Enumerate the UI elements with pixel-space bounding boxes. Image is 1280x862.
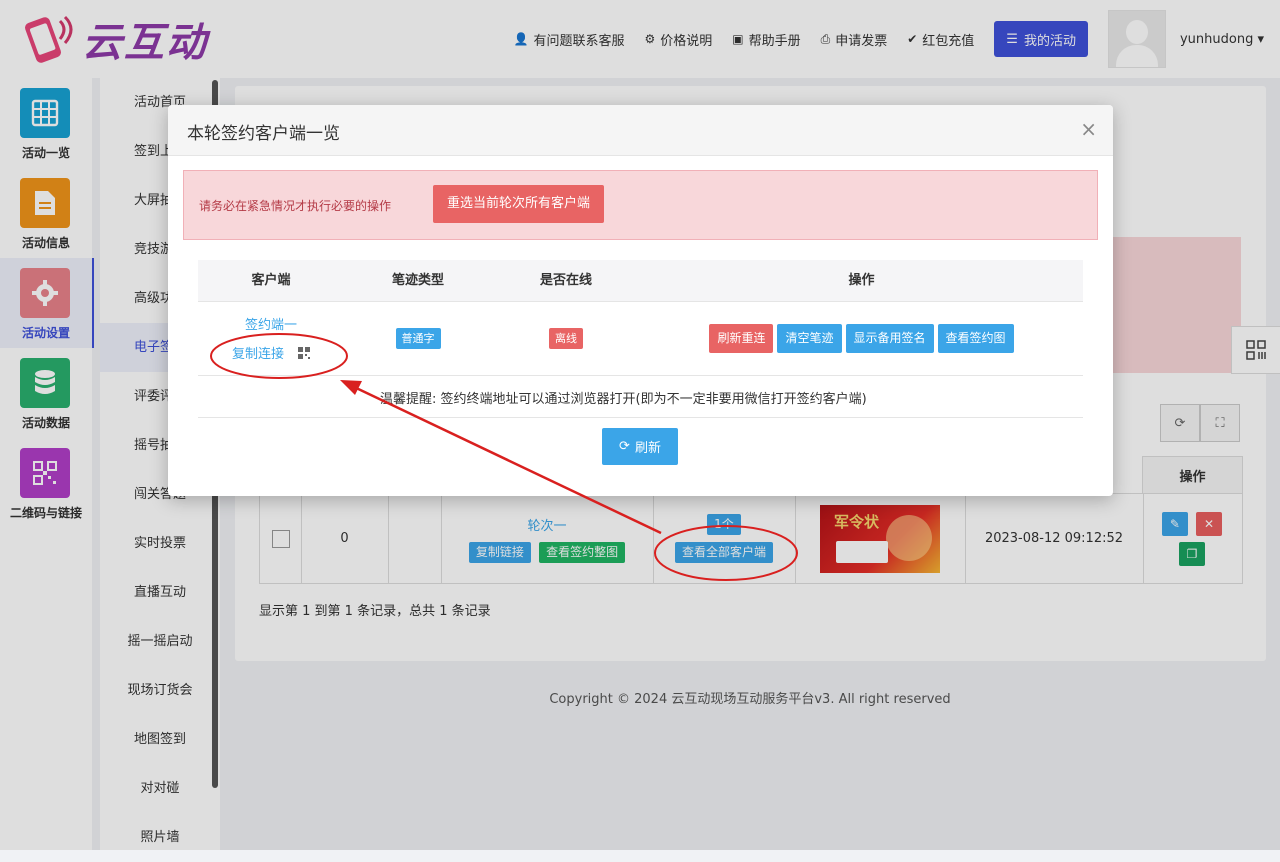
refresh-icon: ⟳ <box>619 439 630 454</box>
stroke-type-tag: 普通字 <box>395 327 441 349</box>
stroke-type-cell: 普通字 <box>344 301 492 375</box>
warning-alert: 请务必在紧急情况才执行必要的操作 重选当前轮次所有客户端 <box>183 170 1098 240</box>
header-online: 是否在线 <box>539 273 592 288</box>
qr-code-icon[interactable] <box>298 346 310 359</box>
table-row: 签约端一 复制连接 普通字 离线 刷新重连 清空笔迹 显示备用签名 查看签约图 <box>198 301 1083 376</box>
clients-table-header: 客户端 笔迹类型 是否在线 操作 <box>198 260 1083 302</box>
view-sign-image-button[interactable]: 查看签约图 <box>937 323 1014 353</box>
header-action: 操作 <box>848 273 875 288</box>
online-status-tag: 离线 <box>549 327 583 349</box>
header-stroke-type: 笔迹类型 <box>391 273 444 288</box>
client-cell: 签约端一 复制连接 <box>198 301 344 375</box>
copy-connection-link[interactable]: 复制连接 <box>232 343 284 362</box>
close-icon[interactable]: × <box>1080 117 1097 141</box>
show-backup-signature-button[interactable]: 显示备用签名 <box>845 323 934 353</box>
modal-header: 本轮签约客户端一览 × <box>168 105 1113 156</box>
reselect-all-clients-button[interactable]: 重选当前轮次所有客户端 <box>433 185 605 223</box>
warning-text: 请务必在紧急情况才执行必要的操作 <box>199 199 392 213</box>
modal-title: 本轮签约客户端一览 <box>187 124 340 144</box>
tip-row: 温馨提醒: 签约终端地址可以通过浏览器打开(即为不一定非要用微信打开签约客户端) <box>198 376 1083 418</box>
action-cell: 刷新重连 清空笔迹 显示备用签名 查看签约图 <box>640 301 1083 375</box>
refresh-button[interactable]: ⟳ 刷新 <box>602 428 678 465</box>
refresh-label: 刷新 <box>634 441 661 456</box>
refresh-reconnect-button[interactable]: 刷新重连 <box>709 323 774 353</box>
clients-modal: 本轮签约客户端一览 × 请务必在紧急情况才执行必要的操作 重选当前轮次所有客户端… <box>168 105 1113 496</box>
header-client: 客户端 <box>251 273 291 288</box>
clear-strokes-button[interactable]: 清空笔迹 <box>777 323 842 353</box>
tip-text: 温馨提醒: 签约终端地址可以通过浏览器打开(即为不一定非要用微信打开签约客户端) <box>380 392 867 407</box>
client-name-link[interactable]: 签约端一 <box>245 314 297 333</box>
online-cell: 离线 <box>492 301 640 375</box>
